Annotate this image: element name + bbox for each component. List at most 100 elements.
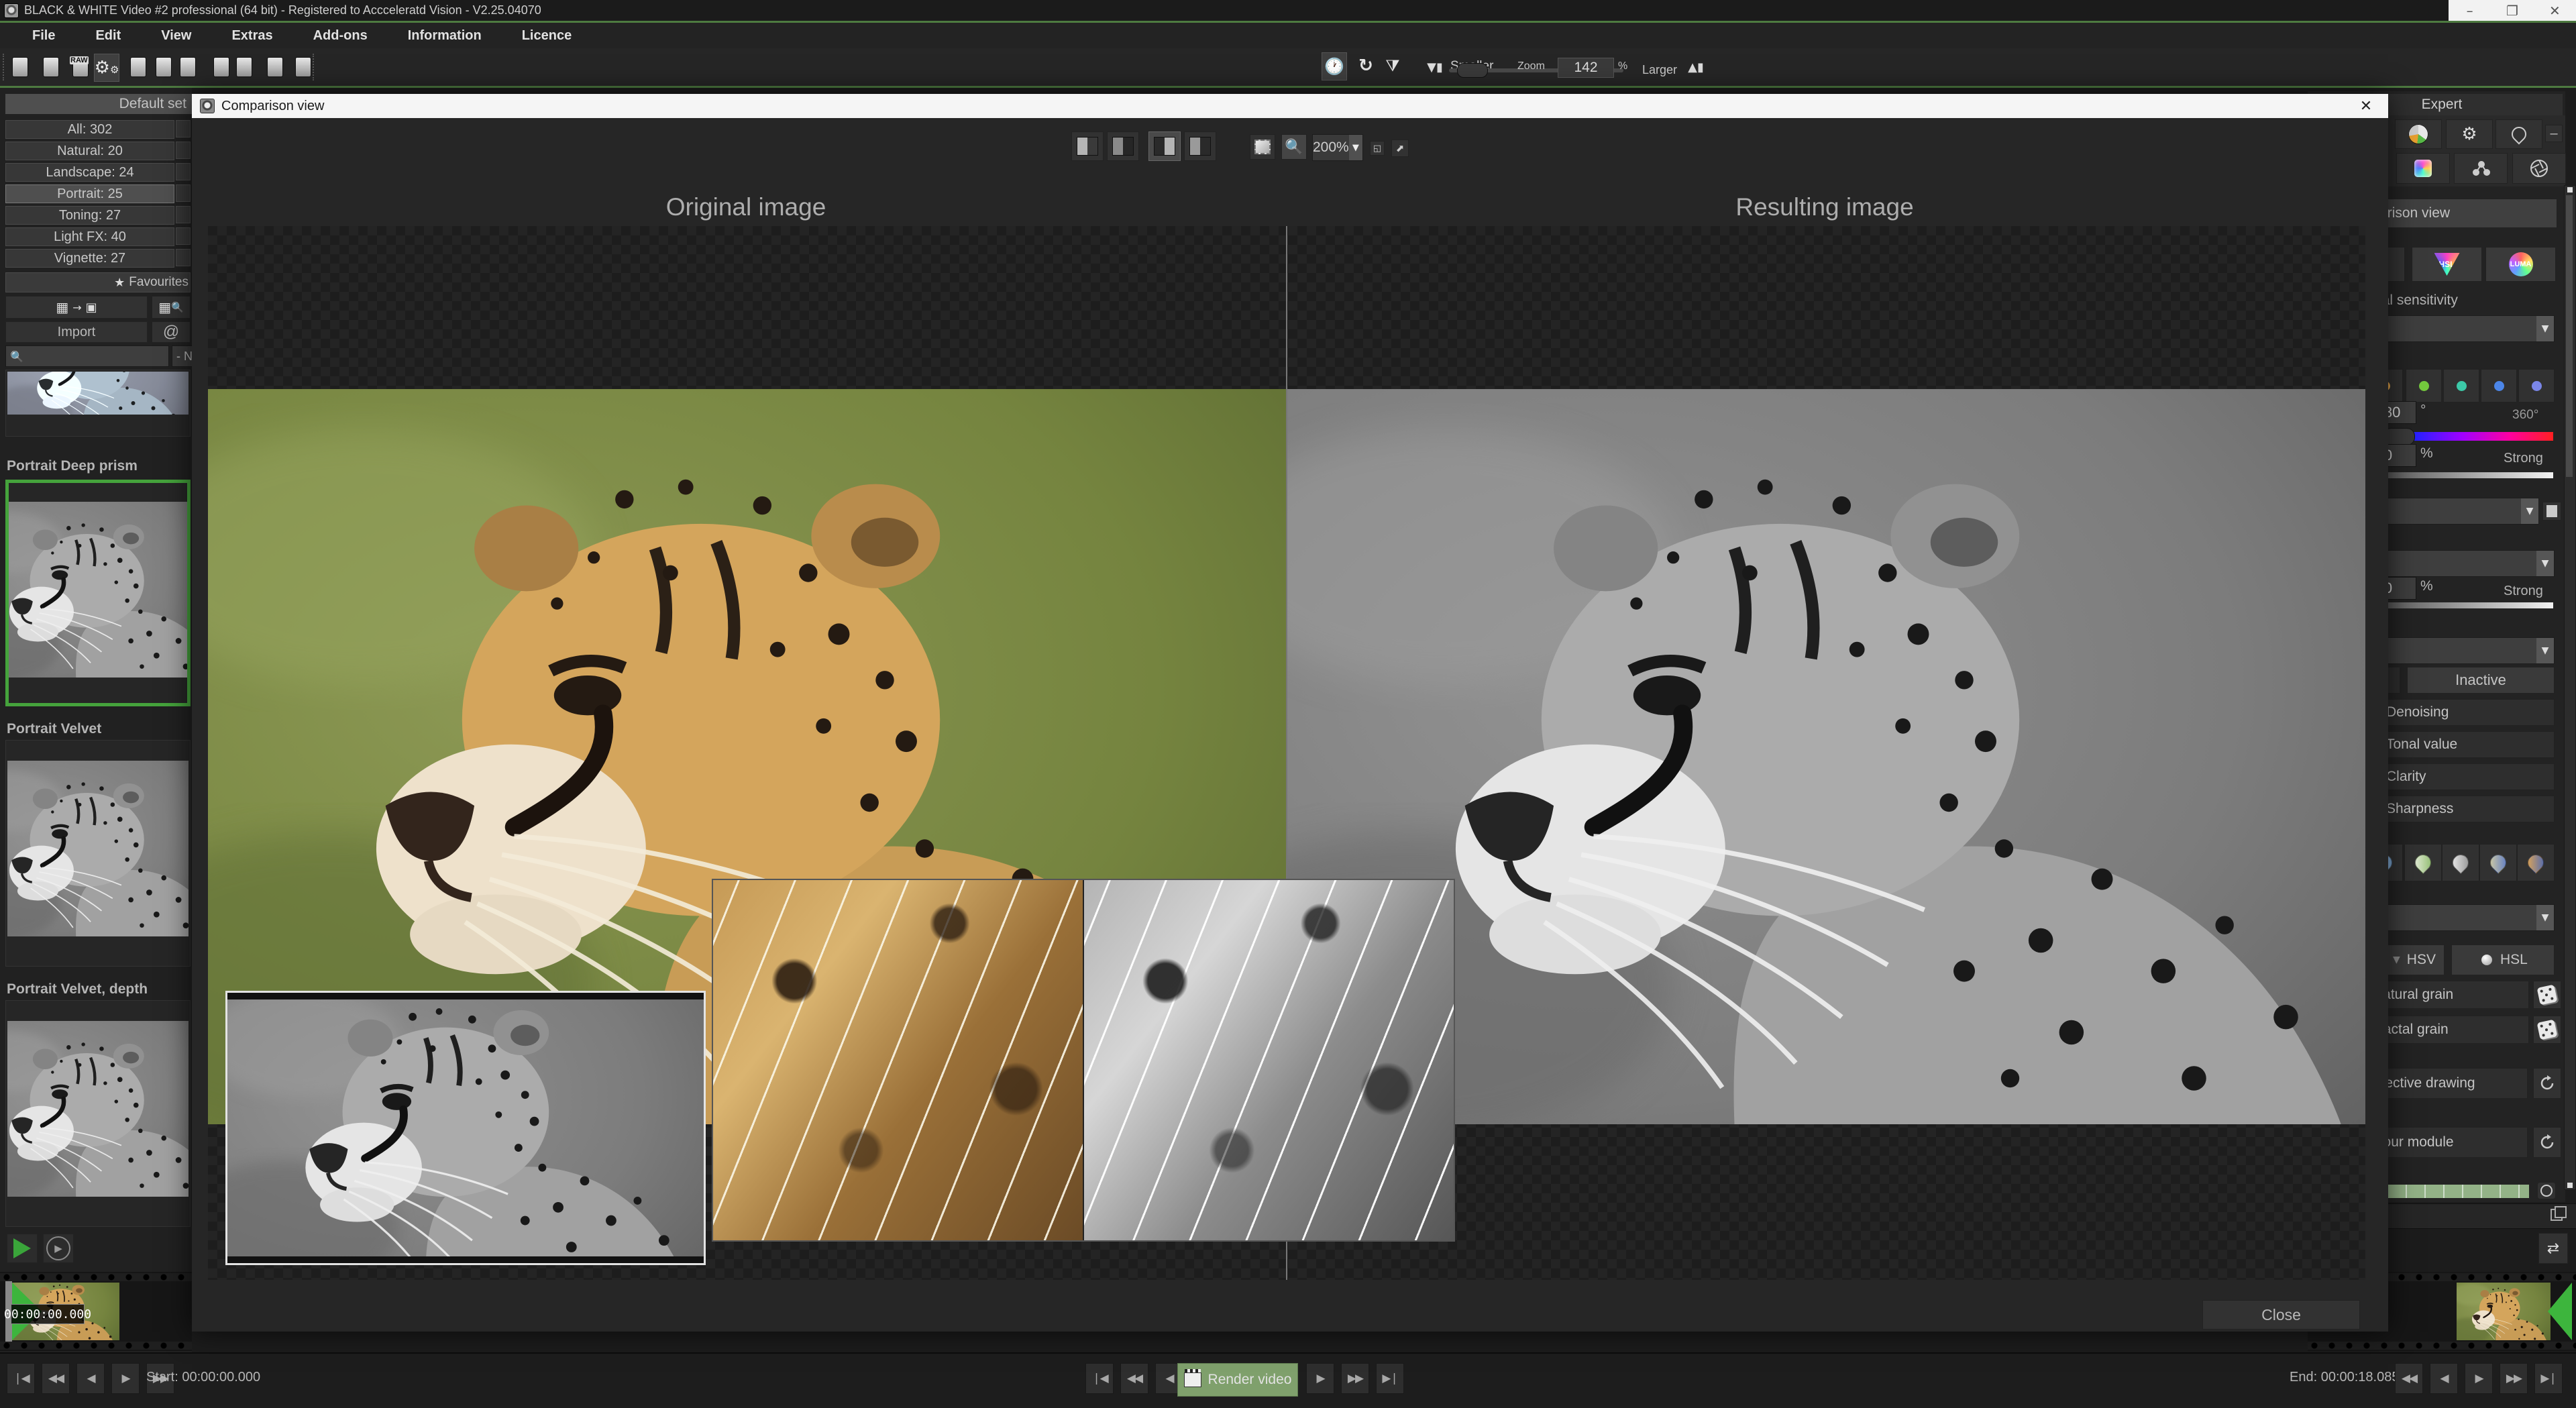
split-view-right-button[interactable] — [1107, 131, 1139, 161]
hsl-mode-button[interactable]: HSL — [2412, 247, 2482, 282]
rewind-button[interactable]: ◀◀ — [42, 1363, 70, 1394]
preset-card[interactable] — [5, 740, 191, 967]
hue-dot-button-5[interactable] — [2518, 369, 2555, 402]
play-button[interactable] — [7, 1234, 38, 1263]
save-icon[interactable] — [126, 54, 150, 80]
preset-search-input[interactable]: 🔍 — [5, 345, 169, 367]
copy-settings-icon[interactable] — [39, 54, 63, 80]
node-graph-icon[interactable] — [2454, 153, 2508, 184]
droplet-icon[interactable] — [2496, 119, 2542, 149]
play-button[interactable]: ▶ — [111, 1363, 140, 1394]
category-vignette[interactable]: Vignette: 27 — [5, 249, 174, 268]
side-by-side-alt-button[interactable] — [1184, 131, 1216, 161]
loupe-position-button[interactable]: ◱ — [1370, 141, 1385, 156]
category-landscape[interactable]: Landscape: 24 — [5, 163, 174, 182]
natural-grain-dice-button[interactable] — [2533, 981, 2561, 1009]
fast-forward-button[interactable]: ▶▶ — [1341, 1363, 1369, 1394]
import-button[interactable]: Import — [5, 321, 148, 343]
scroll-down-button[interactable] — [2567, 1183, 2573, 1188]
timeline-strip-left[interactable]: 00:00:00.000 — [0, 1272, 192, 1351]
hue-dot-button-4[interactable] — [2481, 369, 2517, 402]
skip-start-button[interactable]: ❘◀ — [7, 1363, 35, 1394]
loupe-button[interactable]: 🔍 — [1281, 134, 1307, 160]
film-strip-icon[interactable] — [2542, 502, 2561, 521]
category-light-fx[interactable]: Light FX: 40 — [5, 227, 174, 246]
inactive-button[interactable]: Inactive — [2407, 667, 2555, 694]
loupe-overlay[interactable] — [712, 879, 1455, 1242]
revert-file-icon[interactable] — [209, 54, 233, 80]
panel-scrollbar-thumb[interactable] — [2566, 195, 2573, 477]
preview-thumbnail-overlay[interactable] — [225, 991, 706, 1265]
category-all[interactable]: All: 302 — [5, 120, 174, 139]
colour-sphere-icon[interactable] — [2395, 119, 2442, 149]
render-video-button[interactable]: Render video — [1177, 1363, 1298, 1397]
hue-dot-button-2[interactable] — [2406, 369, 2442, 402]
new-file-icon[interactable] — [8, 54, 32, 80]
skip-end-button[interactable]: ▶❘ — [1376, 1363, 1404, 1394]
scroll-up-button[interactable] — [2567, 187, 2573, 193]
menu-add-ons[interactable]: Add-ons — [313, 28, 368, 44]
fit-view-button[interactable] — [1250, 134, 1275, 160]
droplet-green-filter-button[interactable] — [2404, 844, 2442, 881]
menu-file[interactable]: File — [32, 28, 55, 44]
split-view-left-button[interactable] — [1071, 131, 1104, 161]
category-portrait[interactable]: Portrait: 25 — [5, 184, 174, 203]
flip-icon[interactable]: ⧩ — [1381, 52, 1405, 79]
droplet-orange-blue-filter-button[interactable] — [2517, 844, 2555, 881]
hsl-toggle[interactable]: HSL — [2451, 944, 2555, 975]
loupe-detach-button[interactable]: ⬈ — [1391, 140, 1409, 157]
search-preset-grid-button[interactable]: ▦🔍 — [152, 296, 191, 319]
preset-card-selected[interactable] — [5, 480, 191, 706]
colour-module-reset-button[interactable] — [2533, 1127, 2561, 1158]
play-preview-button[interactable]: ▶ — [43, 1234, 74, 1263]
print-icon[interactable] — [152, 54, 176, 80]
menu-information[interactable]: Information — [408, 28, 482, 44]
export-film-icon[interactable] — [176, 54, 200, 80]
collapse-minus-button[interactable]: – — [2545, 125, 2563, 142]
engine-gear-icon[interactable]: ⚙ — [2446, 119, 2493, 149]
droplet-gray-filter-button[interactable] — [2442, 844, 2479, 881]
redo-icon[interactable]: ↻ — [1354, 52, 1378, 79]
droplet-yellow-blue-filter-button[interactable] — [2479, 844, 2517, 881]
dialog-title-bar[interactable]: Comparison view ✕ — [192, 94, 2388, 118]
preset-card-partial[interactable] — [5, 370, 191, 437]
menu-extras[interactable]: Extras — [231, 28, 272, 44]
skip-start-button[interactable]: ❘◀ — [1085, 1363, 1114, 1394]
import-web-button[interactable]: @ — [152, 321, 191, 343]
hue-dot-button-3[interactable] — [2443, 369, 2479, 402]
dialog-close-icon[interactable]: ✕ — [2356, 97, 2376, 115]
zoom-slider-handle[interactable] — [1457, 63, 1488, 78]
save-preset-grid-button[interactable]: ▦→▣ — [5, 296, 148, 319]
history-icon[interactable]: 🕐 — [1322, 52, 1347, 80]
progress-action-button[interactable] — [2537, 1182, 2556, 1199]
colour-cube-icon[interactable] — [2396, 153, 2450, 184]
dialog-close-button[interactable]: Close — [2202, 1300, 2360, 1330]
step-back-button[interactable]: ◀ — [76, 1363, 105, 1394]
selective-drawing-reset-button[interactable] — [2533, 1068, 2561, 1099]
category-natural[interactable]: Natural: 20 — [5, 142, 174, 160]
dialog-zoom-select[interactable]: 200% ▼ — [1312, 134, 1363, 161]
swap-compare-button[interactable]: ⇄ — [2538, 1233, 2568, 1264]
histogram-icon[interactable] — [291, 54, 315, 80]
inspect-document-icon[interactable] — [263, 54, 287, 80]
zoom-value-field[interactable]: 142 — [1558, 58, 1614, 78]
panel-scrollbar[interactable] — [2564, 185, 2576, 1190]
favourites-bar[interactable]: ★ Favourites — [5, 272, 191, 292]
rewind-button[interactable]: ◀◀ — [1120, 1363, 1148, 1394]
luma-mode-button[interactable]: LUMA — [2485, 247, 2556, 282]
processing-gears-icon[interactable]: ⚙⚙ — [94, 54, 119, 82]
layout-monitor-icon[interactable] — [232, 54, 256, 80]
zoom-in-film-icon[interactable]: ▲▮ — [1684, 54, 1708, 80]
category-toning[interactable]: Toning: 27 — [5, 206, 174, 225]
comparison-canvas[interactable] — [208, 226, 2365, 1280]
fractal-grain-dice-button[interactable] — [2533, 1016, 2561, 1044]
raw-settings-icon[interactable]: RAW — [68, 54, 93, 80]
preset-card[interactable] — [5, 1000, 191, 1227]
side-by-side-button[interactable] — [1148, 131, 1181, 161]
menu-edit[interactable]: Edit — [95, 28, 121, 44]
menu-licence[interactable]: Licence — [522, 28, 572, 44]
zoom-out-film-icon[interactable]: ▼▮ — [1426, 54, 1444, 80]
menu-view[interactable]: View — [161, 28, 191, 44]
aperture-icon[interactable] — [2512, 153, 2566, 184]
play-button[interactable]: ▶ — [1306, 1363, 1334, 1394]
